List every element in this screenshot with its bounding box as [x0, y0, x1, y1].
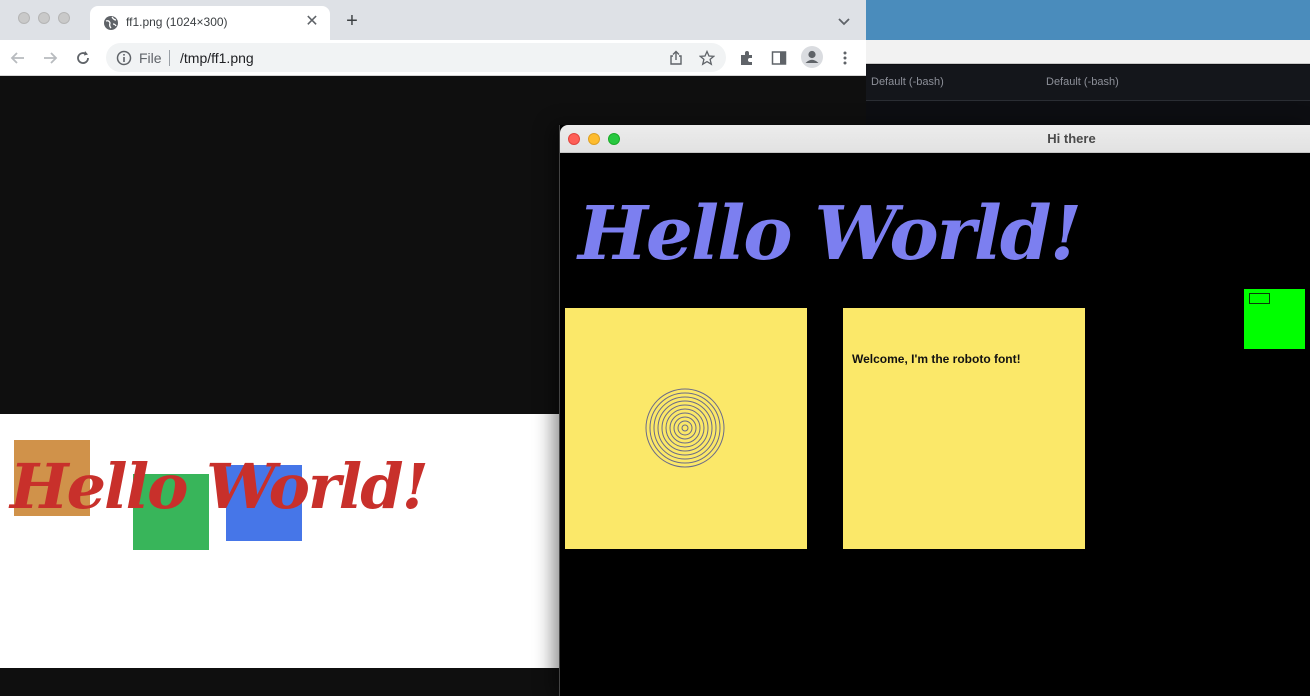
tab-close-icon[interactable]: ✕ [304, 14, 320, 30]
info-icon[interactable] [116, 50, 132, 66]
browser-tab-active[interactable]: ff1.png (1024×300) ✕ [90, 6, 330, 40]
new-tab-button[interactable]: + [342, 11, 362, 31]
green-indicator-inner [1249, 293, 1270, 304]
globe-icon [104, 16, 118, 30]
profile-avatar[interactable] [801, 46, 823, 68]
app-window: Hi there Hello World! Welcome, I'm the r… [559, 125, 1310, 696]
concentric-circles-icon [645, 388, 725, 468]
green-indicator-box [1244, 289, 1305, 349]
back-arrow-icon[interactable] [8, 48, 28, 68]
terminal-titlebar [866, 0, 1310, 40]
star-icon[interactable] [699, 50, 715, 66]
chevron-down-icon[interactable] [836, 13, 852, 29]
terminal-tab-1[interactable]: Default (-bash) [871, 76, 944, 88]
forward-arrow-icon[interactable] [40, 48, 60, 68]
terminal-tab-2[interactable]: Default (-bash) [1046, 76, 1119, 88]
yellow-panel-left [565, 308, 807, 549]
url-text[interactable]: /tmp/ff1.png [180, 50, 254, 66]
app-content: Hello World! Welcome, I'm the roboto fon… [560, 153, 1310, 696]
tab-title: ff1.png (1024×300) [126, 15, 228, 29]
close-window-button[interactable] [18, 12, 30, 24]
more-icon[interactable] [836, 49, 854, 67]
terminal-tab-bar: Default (-bash) Default (-bash) [866, 65, 1310, 101]
address-separator [169, 50, 170, 66]
scheme-label: File [139, 50, 162, 66]
share-icon[interactable] [668, 50, 684, 66]
side-panel-icon[interactable] [770, 49, 788, 67]
minimize-window-button[interactable] [38, 12, 50, 24]
app-titlebar[interactable]: Hi there [560, 125, 1310, 153]
reload-icon[interactable] [73, 48, 93, 68]
browser-tab-strip: ff1.png (1024×300) ✕ + [0, 0, 866, 40]
window-title: Hi there [1047, 131, 1096, 146]
yellow-panel-right: Welcome, I'm the roboto font! [843, 308, 1085, 549]
browser-toolbar: File /tmp/ff1.png [0, 40, 866, 76]
hello-world-heading: Hello World! [578, 191, 1082, 277]
profile-icon [805, 50, 819, 63]
hello-world-image-text: Hello World! [10, 450, 429, 523]
extensions-icon[interactable] [738, 49, 756, 67]
address-bar[interactable]: File /tmp/ff1.png [106, 43, 726, 72]
terminal-toolbar [866, 40, 1310, 64]
welcome-text: Welcome, I'm the roboto font! [852, 352, 1021, 366]
zoom-window-button[interactable] [58, 12, 70, 24]
